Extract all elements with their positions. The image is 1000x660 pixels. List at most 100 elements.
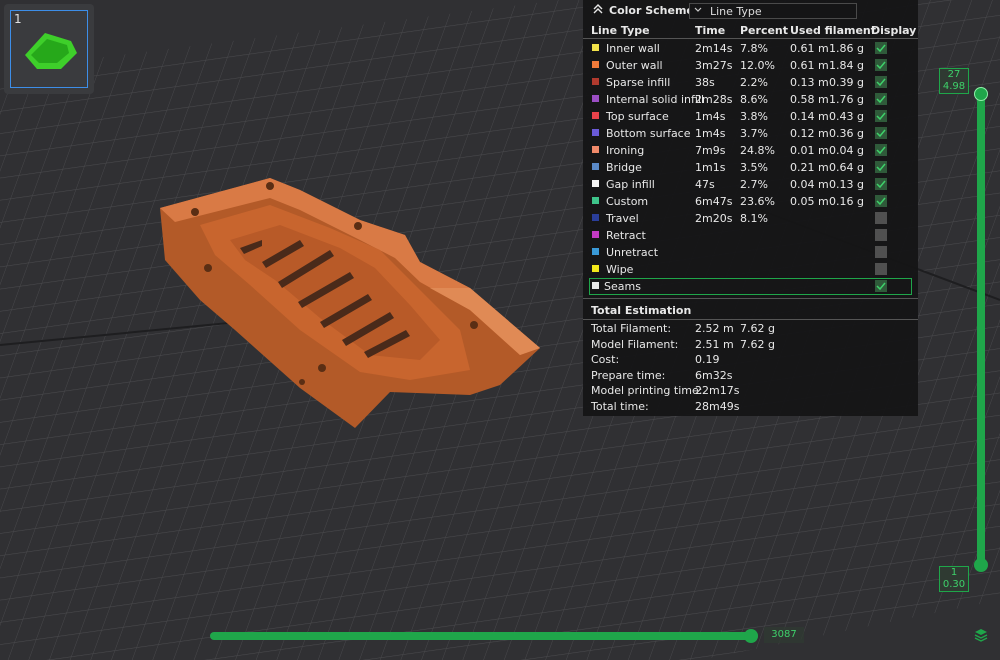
display-checkbox[interactable] (875, 246, 887, 258)
legend-cell-meters: 0.05 m (790, 195, 829, 208)
legend-cell-percent: 2.7% (740, 178, 768, 191)
legend-cell-name: Bottom surface (606, 127, 691, 140)
plate-preview-icon (25, 33, 77, 69)
estimation-row: Cost: 0.19 (583, 353, 918, 369)
legend-cell-name: Retract (606, 229, 646, 242)
legend-cell-percent: 8.1% (740, 212, 768, 225)
column-header-percent: Percent (740, 24, 789, 37)
legend-row-gap-infill[interactable]: Gap infill 47s 2.7% 0.04 m 0.13 g (583, 176, 918, 193)
upper-layer-number: 27 (947, 69, 961, 80)
color-scheme-select[interactable]: Line Type (689, 3, 857, 19)
display-checkbox[interactable] (875, 161, 887, 173)
column-header-used-filament: Used filament (790, 24, 877, 37)
legend-cell-name: Unretract (606, 246, 659, 259)
legend-row-seams[interactable]: Seams (589, 278, 912, 295)
legend-cell-meters: 0.21 m (790, 161, 829, 174)
legend-divider (583, 38, 918, 39)
legend-cell-time: 2m28s (695, 93, 733, 106)
legend-row-ironing[interactable]: Ironing 7m9s 24.8% 0.01 m 0.04 g (583, 142, 918, 159)
estimation-row: Total time: 28m49s (583, 400, 918, 416)
legend-cell-time: 47s (695, 178, 715, 191)
display-checkbox[interactable] (875, 212, 887, 224)
layer-slider-lower-handle[interactable] (974, 558, 988, 572)
legend-cell-grams: 0.43 g (829, 110, 864, 123)
legend-cell-name: Wipe (606, 263, 634, 276)
plate-thumbnail[interactable]: 1 (4, 4, 94, 94)
legend-cell-time: 2m20s (695, 212, 733, 225)
layer-slider-upper-handle[interactable] (974, 87, 988, 101)
display-checkbox[interactable] (875, 229, 887, 241)
display-checkbox[interactable] (875, 178, 887, 190)
legend-cell-grams: 0.36 g (829, 127, 864, 140)
legend-cell-percent: 7.8% (740, 42, 768, 55)
legend-cell-time: 6m47s (695, 195, 733, 208)
estimation-label: Total time: (591, 400, 649, 413)
color-swatch (592, 129, 599, 136)
display-checkbox[interactable] (875, 59, 887, 71)
legend-cell-name: Inner wall (606, 42, 660, 55)
legend-row-unretract[interactable]: Unretract (583, 244, 918, 261)
display-checkbox[interactable] (875, 195, 887, 207)
chevron-up-icon[interactable] (591, 2, 605, 16)
column-header-time: Time (695, 24, 726, 37)
color-swatch (592, 95, 599, 102)
legend-row-outer-wall[interactable]: Outer wall 3m27s 12.0% 0.61 m 1.84 g (583, 57, 918, 74)
display-checkbox[interactable] (875, 144, 887, 156)
legend-cell-time: 3m27s (695, 59, 733, 72)
legend-cell-name: Ironing (606, 144, 645, 157)
legend-row-sparse-infill[interactable]: Sparse infill 38s 2.2% 0.13 m 0.39 g (583, 74, 918, 91)
legend-row-bottom-surface[interactable]: Bottom surface 1m4s 3.7% 0.12 m 0.36 g (583, 125, 918, 142)
legend-cell-grams: 1.84 g (829, 59, 864, 72)
legend-cell-name: Bridge (606, 161, 642, 174)
legend-cell-percent: 8.6% (740, 93, 768, 106)
legend-row-wipe[interactable]: Wipe (583, 261, 918, 278)
legend-row-custom[interactable]: Custom 6m47s 23.6% 0.05 m 0.16 g (583, 193, 918, 210)
legend-cell-name: Internal solid infill (606, 93, 705, 106)
color-scheme-title: Color Scheme (609, 4, 694, 17)
legend-header: Color Scheme Line Type (583, 0, 918, 22)
legend-cell-meters: 0.01 m (790, 144, 829, 157)
legend-row-top-surface[interactable]: Top surface 1m4s 3.8% 0.14 m 0.43 g (583, 108, 918, 125)
display-checkbox[interactable] (875, 93, 887, 105)
display-checkbox[interactable] (875, 127, 887, 139)
legend-cell-grams: 0.64 g (829, 161, 864, 174)
checkmark-icon (876, 44, 886, 53)
legend-divider (583, 319, 918, 320)
legend-row-inner-wall[interactable]: Inner wall 2m14s 7.8% 0.61 m 1.86 g (583, 40, 918, 57)
color-swatch (592, 61, 599, 68)
lower-layer-height: 0.30 (942, 579, 966, 590)
display-checkbox[interactable] (875, 263, 887, 275)
legend-cell-name: Travel (606, 212, 639, 225)
estimation-v2: 7.62 g (740, 337, 775, 351)
estimation-label: Prepare time: (591, 368, 666, 382)
legend-row-bridge[interactable]: Bridge 1m1s 3.5% 0.21 m 0.64 g (583, 159, 918, 176)
legend-cell-meters: 0.12 m (790, 127, 829, 140)
legend-cell-grams: 0.39 g (829, 76, 864, 89)
move-slider-handle[interactable] (744, 629, 758, 643)
legend-cell-time: 38s (695, 76, 715, 89)
layers-icon[interactable] (974, 628, 988, 642)
color-swatch (592, 282, 599, 289)
legend-row-retract[interactable]: Retract (583, 227, 918, 244)
color-swatch (592, 180, 599, 187)
legend-row-travel[interactable]: Travel 2m20s 8.1% (583, 210, 918, 227)
upper-layer-height: 4.98 (942, 81, 966, 92)
legend-cell-time: 1m4s (695, 127, 726, 140)
legend-cell-name: Outer wall (606, 59, 663, 72)
color-swatch (592, 231, 599, 238)
legend-row-internal-solid-infill[interactable]: Internal solid infill 2m28s 8.6% 0.58 m 1.76… (583, 91, 918, 108)
display-checkbox[interactable] (875, 280, 887, 292)
move-slider-track[interactable] (210, 632, 758, 640)
checkmark-icon (876, 78, 886, 87)
color-swatch (592, 265, 599, 272)
display-checkbox[interactable] (875, 76, 887, 88)
layer-slider-track[interactable] (977, 90, 985, 568)
legend-cell-grams: 0.16 g (829, 195, 864, 208)
legend-cell-name: Custom (606, 195, 649, 208)
checkmark-icon (876, 61, 886, 70)
display-checkbox[interactable] (875, 42, 887, 54)
display-checkbox[interactable] (875, 110, 887, 122)
legend-cell-grams: 0.13 g (829, 178, 864, 191)
checkmark-icon (876, 146, 886, 155)
estimation-v1: 6m32s (695, 368, 733, 382)
